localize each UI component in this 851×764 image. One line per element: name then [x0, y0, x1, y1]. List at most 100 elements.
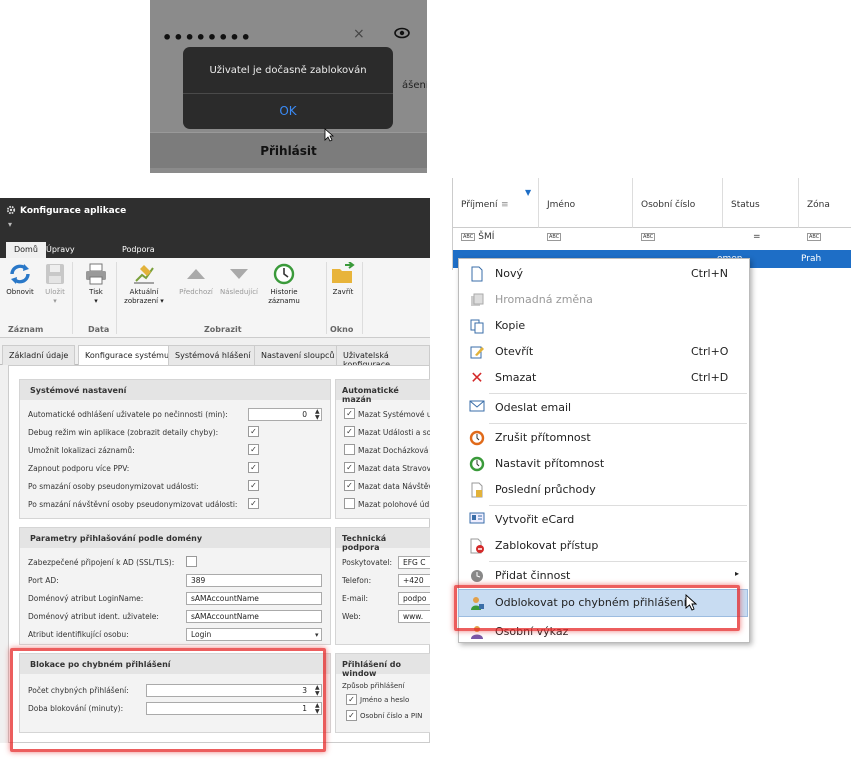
person-attr-select[interactable]: Login: [186, 628, 322, 641]
history-button[interactable]: Historie záznamu: [262, 262, 306, 306]
delete-option-label: Mazat polohové úd: [358, 500, 430, 509]
support-provider-input[interactable]: EFG C: [398, 556, 430, 569]
delete-option-checkbox[interactable]: [344, 444, 355, 455]
alert-ok-button[interactable]: OK: [183, 104, 393, 118]
support-label: Web:: [342, 612, 361, 621]
support-label: E-mail:: [342, 594, 369, 603]
menu-item-set-presence[interactable]: Nastavit přítomnost: [459, 451, 751, 477]
delete-option-checkbox[interactable]: ✓: [344, 462, 355, 473]
group-divider: [116, 262, 117, 334]
filter-cell-surname[interactable]: ABC ŠMÍ: [461, 232, 494, 242]
tab-column-settings[interactable]: Nastavení sloupců: [254, 345, 342, 365]
menu-item-cancel-presence[interactable]: Zrušit přítomnost: [459, 425, 751, 451]
alert-message: Uživatel je dočasně zablokován: [209, 65, 367, 76]
multi-ppv-checkbox[interactable]: ✓: [248, 462, 259, 473]
delete-icon: ✕: [470, 368, 484, 387]
filter-icon[interactable]: ▼: [525, 188, 531, 197]
clear-icon[interactable]: ×: [353, 26, 365, 42]
panel-title: Technická podpora: [336, 528, 430, 552]
menu-item-create-ecard[interactable]: Vytvořit eCard: [459, 507, 751, 533]
column-surname[interactable]: Příjmení ≡ ▼: [453, 178, 539, 228]
setting-label: Doménový atribut LoginName:: [28, 594, 144, 603]
setting-label: Po smazání návštěvní osoby pseudonymizov…: [28, 500, 238, 509]
tab-edit[interactable]: Úpravy: [38, 242, 83, 258]
lockout-highlight: [10, 648, 326, 752]
ad-port-input[interactable]: 389: [186, 574, 322, 587]
quick-access-dropdown[interactable]: ▾: [8, 220, 12, 229]
tab-support[interactable]: Podpora: [114, 242, 163, 258]
support-web-input[interactable]: www.: [398, 610, 430, 623]
login-panel: •••••••• × ášení Přihlásit Uživatel je d…: [150, 0, 427, 173]
bulk-edit-icon: [469, 292, 485, 308]
unlock-item-highlight: [454, 585, 740, 631]
close-button[interactable]: Zavřít: [328, 262, 358, 297]
support-label: Poskytovatel:: [342, 558, 392, 567]
column-status[interactable]: Status: [723, 178, 799, 228]
login-name-attr-input[interactable]: sAMAccountName: [186, 592, 322, 605]
refresh-label: Obnovit: [6, 288, 34, 296]
tab-system-messages[interactable]: Systémová hlášení: [168, 345, 258, 365]
refresh-button[interactable]: Obnovit: [2, 262, 38, 297]
save-button[interactable]: Uložit ▾: [40, 262, 70, 306]
debug-mode-checkbox[interactable]: ✓: [248, 426, 259, 437]
previous-button[interactable]: Předchozí: [176, 262, 216, 297]
delete-option-checkbox[interactable]: [344, 498, 355, 509]
ssl-checkbox[interactable]: [186, 556, 197, 567]
delete-option-checkbox[interactable]: ✓: [344, 426, 355, 437]
column-name[interactable]: Jméno: [539, 178, 633, 228]
auto-logout-input[interactable]: 0: [248, 408, 322, 421]
menu-item-block-access[interactable]: Zablokovat přístup: [459, 533, 751, 559]
new-page-icon: [469, 266, 485, 282]
ribbon-toolbar: Obnovit Uložit ▾ Tisk ▾ Aktuální zobrazení…: [0, 258, 430, 338]
menu-item-bulk-change[interactable]: Hromadná změna: [459, 287, 751, 313]
current-view-button[interactable]: Aktuální zobrazení ▾: [118, 262, 170, 306]
filter-cell-status[interactable]: =: [753, 232, 761, 242]
menu-item-send-email[interactable]: Odeslat email: [459, 395, 751, 421]
pseudonymize-person-checkbox[interactable]: ✓: [248, 480, 259, 491]
menu-item-new[interactable]: Nový Ctrl+N: [459, 261, 751, 287]
printer-icon: [86, 263, 106, 285]
pin-checkbox[interactable]: ✓: [346, 710, 357, 721]
setting-label: Atribut identifikující osobu:: [28, 630, 129, 639]
tab-basic-data[interactable]: Základní údaje: [2, 345, 76, 365]
menu-item-delete[interactable]: ✕ Smazat Ctrl+D: [459, 365, 751, 391]
tab-system-config[interactable]: Konfigurace systému: [78, 345, 177, 365]
sort-icon: ≡: [501, 200, 509, 210]
column-personal-number[interactable]: Osobní číslo: [633, 178, 723, 228]
column-zone[interactable]: Zóna: [799, 178, 851, 228]
delete-option-checkbox[interactable]: ✓: [344, 408, 355, 419]
system-settings-panel: Systémové nastavení Automatické odhlášen…: [19, 379, 331, 519]
name-password-checkbox[interactable]: ✓: [346, 694, 357, 705]
dropdown-arrow-icon[interactable]: ▾: [315, 632, 319, 639]
email-icon: [469, 400, 485, 416]
close-label: Zavřít: [332, 288, 354, 296]
spinner-icon[interactable]: ▲ ▼: [315, 409, 320, 421]
localization-checkbox[interactable]: ✓: [248, 444, 259, 455]
support-phone-input[interactable]: +420: [398, 574, 430, 587]
set-presence-icon: [469, 456, 485, 472]
ribbon-tabs: Domů Úpravy Podpora: [0, 234, 430, 258]
filter-cell-zone[interactable]: ABC: [807, 232, 824, 242]
delete-option-label: Mazat Události a so: [358, 428, 430, 437]
menu-item-copy[interactable]: Kopie: [459, 313, 751, 339]
menu-item-last-passages[interactable]: Poslední průchody: [459, 477, 751, 503]
print-button[interactable]: Tisk ▾: [78, 262, 114, 306]
eye-icon[interactable]: [394, 24, 410, 43]
filter-cell-number[interactable]: ABC: [641, 232, 658, 242]
group-label-display: Zobrazit: [204, 325, 242, 334]
delete-option-checkbox[interactable]: ✓: [344, 480, 355, 491]
tab-user-config[interactable]: Uživatelská konfigurace: [336, 345, 430, 369]
menu-item-open[interactable]: Otevřít Ctrl+O: [459, 339, 751, 365]
tech-support-panel: Technická podpora Poskytovatel: EFG C Te…: [335, 527, 430, 645]
login-button[interactable]: Přihlásit: [150, 132, 427, 168]
previous-label: Předchozí: [179, 288, 213, 296]
menu-label: Přidat činnost: [495, 569, 571, 582]
window-title: Konfigurace aplikace: [20, 206, 127, 216]
user-ident-attr-input[interactable]: sAMAccountName: [186, 610, 322, 623]
refresh-icon: [10, 264, 30, 284]
filter-cell-name[interactable]: ABC: [547, 232, 564, 242]
next-button[interactable]: Následující: [218, 262, 260, 297]
menu-label: Nový: [495, 267, 523, 280]
support-email-input[interactable]: podpo: [398, 592, 430, 605]
pseudonymize-visitor-checkbox[interactable]: ✓: [248, 498, 259, 509]
